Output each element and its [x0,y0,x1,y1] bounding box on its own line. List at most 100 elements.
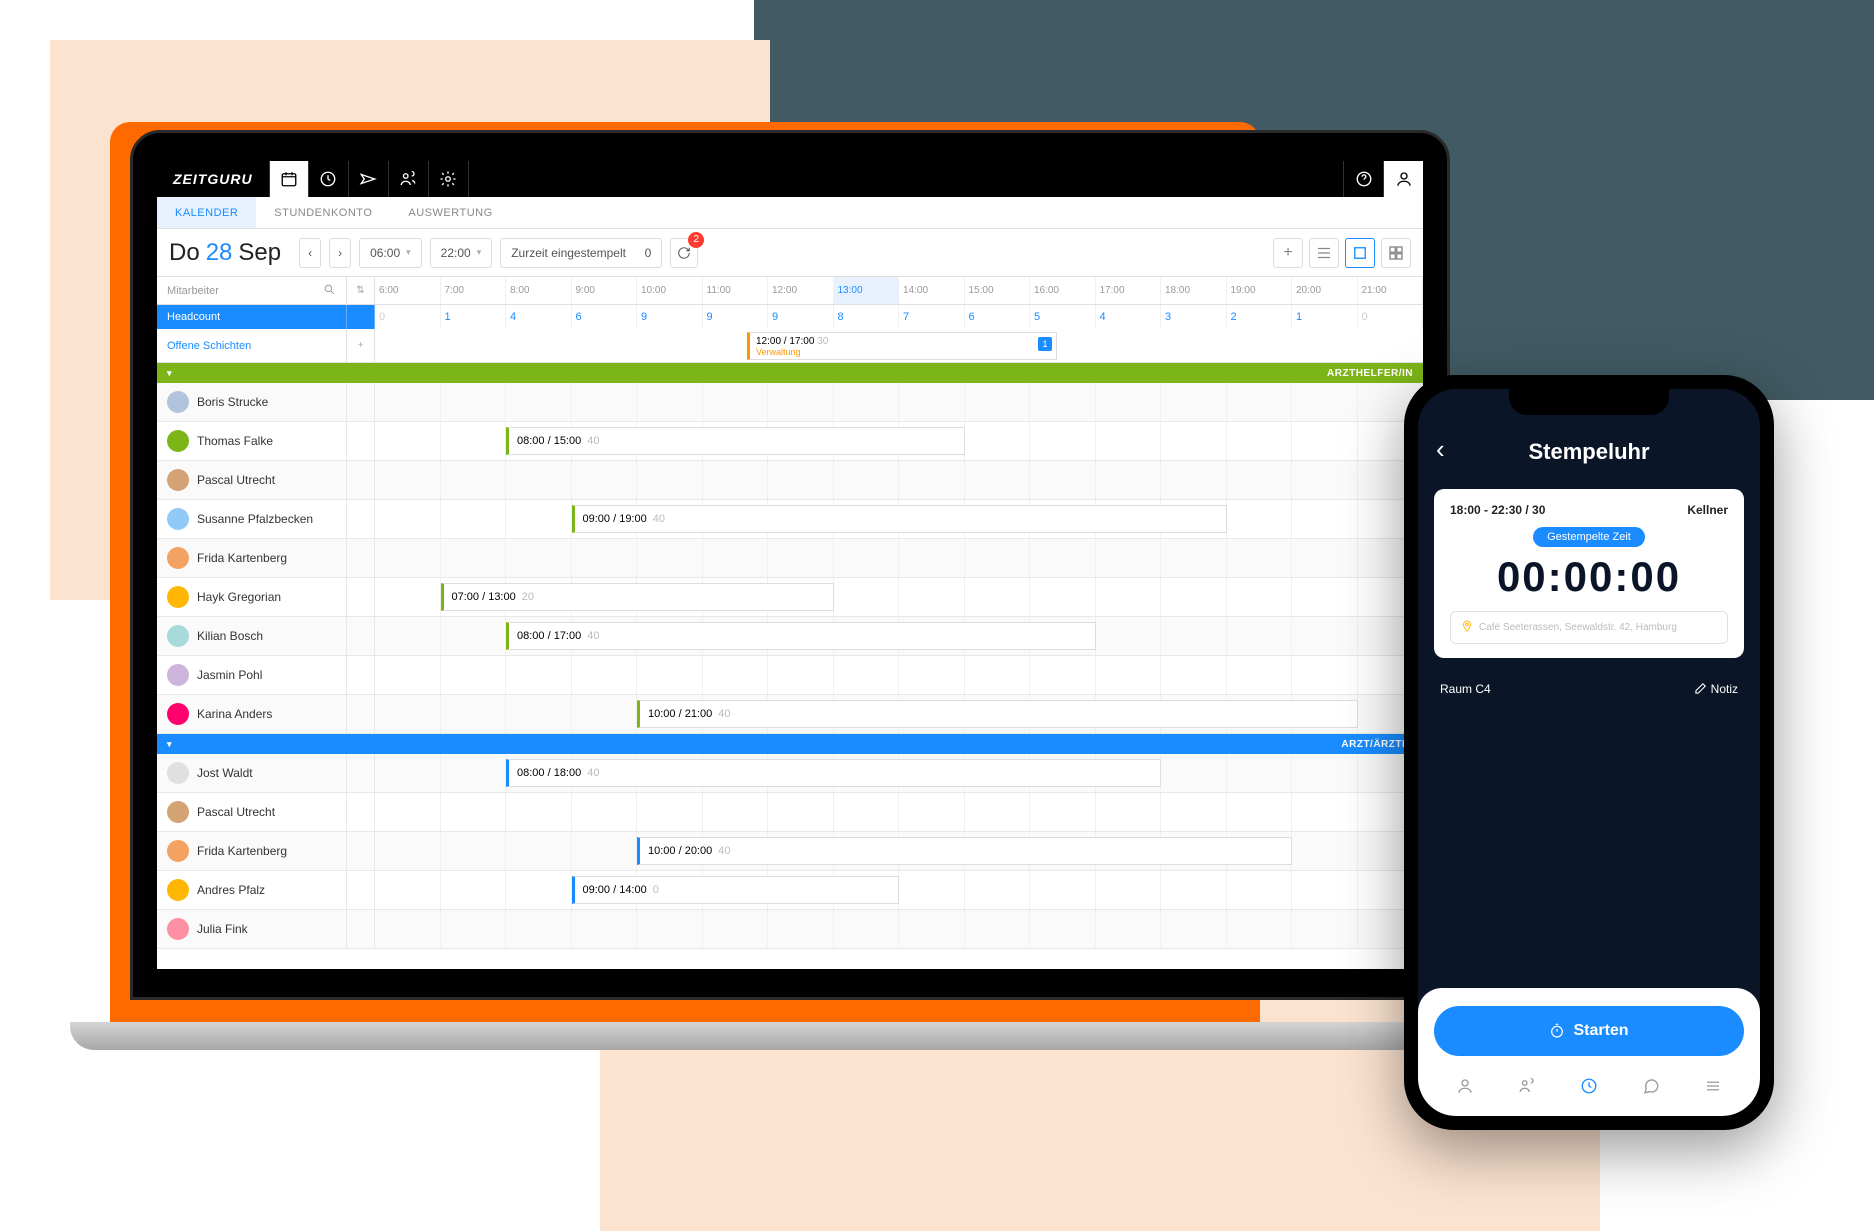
employee-name[interactable]: Jost Waldt [157,754,347,792]
hour-header-cell: 7:00 [441,277,507,304]
refresh-button[interactable]: 2 [670,238,698,268]
hour-header-cell: 15:00 [965,277,1031,304]
nav-clock-icon[interactable] [309,161,349,197]
employee-name[interactable]: Frida Kartenberg [157,539,347,577]
avatar [167,762,189,784]
toolbar: Do 28 Sep ‹ › 06:00▾ 22:00▾ Zurzeit eing… [157,229,1423,277]
nav-users-icon[interactable] [389,161,429,197]
employee-row: Frida Kartenberg 10:00 / 20:0040 [157,832,1423,871]
group-header[interactable]: ▾ARZTHELFER/IN [157,363,1423,383]
nav-help-icon[interactable] [1343,161,1383,197]
hour-header-cell: 13:00 [834,277,900,304]
headcount-label: Headcount [157,305,347,329]
nav-settings-icon[interactable] [429,161,469,197]
time-from-select[interactable]: 06:00▾ [359,238,422,268]
employee-timeline: 08:00 / 15:0040 [375,422,1423,460]
employee-row: Pascal Utrecht [157,461,1423,500]
shift-block[interactable]: 10:00 / 20:0040 [637,837,1292,865]
next-day-button[interactable]: › [329,238,351,268]
employee-row: Susanne Pfalzbecken 09:00 / 19:0040 [157,500,1423,539]
employee-row: Jost Waldt 08:00 / 18:0040 [157,754,1423,793]
start-button[interactable]: Starten [1434,1006,1744,1056]
employee-row: Kilian Bosch 08:00 / 17:0040 [157,617,1423,656]
shift-block[interactable]: 07:00 / 13:0020 [441,583,834,611]
hour-header-cell: 10:00 [637,277,703,304]
time-to-select[interactable]: 22:00▾ [430,238,493,268]
app-logo: ZEITGURU [157,171,269,187]
nav-plane-icon[interactable] [349,161,389,197]
shift-block[interactable]: 09:00 / 19:0040 [572,505,1227,533]
headcount-cell: 0 [375,305,441,329]
employee-name[interactable]: Hayk Gregorian [157,578,347,616]
shift-block[interactable]: 10:00 / 21:0040 [637,700,1358,728]
tab-user-icon[interactable] [1449,1070,1481,1102]
search-icon[interactable] [323,283,336,299]
prev-day-button[interactable]: ‹ [299,238,321,268]
employee-name[interactable]: Boris Strucke [157,383,347,421]
open-shift-block[interactable]: 12:00 / 17:00 30 Verwaltung 1 [747,332,1057,360]
group-header[interactable]: ▾ARZT/ÄRZTIN [157,734,1423,754]
schedule-text: 18:00 - 22:30 / 30 [1450,503,1545,517]
note-button[interactable]: Notiz [1693,682,1738,696]
grid-view-button[interactable] [1381,238,1411,268]
avatar [167,547,189,569]
day-view-button[interactable] [1345,238,1375,268]
employee-timeline [375,656,1423,694]
laptop-base [70,1022,1510,1050]
employee-row: Thomas Falke 08:00 / 15:0040 [157,422,1423,461]
employee-row: Boris Strucke [157,383,1423,422]
avatar [167,879,189,901]
employee-timeline: 09:00 / 19:0040 [375,500,1423,538]
checked-in-display[interactable]: Zurzeit eingestempelt 0 [500,238,662,268]
back-button[interactable]: ‹ [1436,434,1445,465]
employee-name[interactable]: Pascal Utrecht [157,461,347,499]
avatar [167,918,189,940]
shift-block[interactable]: 08:00 / 15:0040 [506,427,965,455]
employee-timeline: 10:00 / 20:0040 [375,832,1423,870]
shift-block[interactable]: 08:00 / 18:0040 [506,759,1161,787]
subtab-auswertung[interactable]: AUSWERTUNG [390,197,510,228]
nav-profile-icon[interactable] [1383,161,1423,197]
employee-name[interactable]: Pascal Utrecht [157,793,347,831]
avatar [167,469,189,491]
employee-name[interactable]: Thomas Falke [157,422,347,460]
avatar [167,586,189,608]
avatar [167,703,189,725]
employee-name[interactable]: Julia Fink [157,910,347,948]
headcount-cell: 1 [441,305,507,329]
hour-header-cell: 12:00 [768,277,834,304]
tab-clock-icon[interactable] [1573,1070,1605,1102]
employee-row: Hayk Gregorian 07:00 / 13:0020 [157,578,1423,617]
shift-block[interactable]: 09:00 / 14:000 [572,876,900,904]
employee-name[interactable]: Karina Anders [157,695,347,733]
add-button[interactable]: + [1273,238,1303,268]
tab-chat-icon[interactable] [1635,1070,1667,1102]
avatar [167,508,189,530]
location-field[interactable]: Café Seeterassen, Seewaldstr. 42, Hambur… [1450,611,1728,644]
subtab-kalender[interactable]: KALENDER [157,197,256,228]
employee-row: Pascal Utrecht [157,793,1423,832]
employee-name[interactable]: Jasmin Pohl [157,656,347,694]
date-weekday: Do [169,239,200,267]
hour-header-cell: 21:00 [1358,277,1424,304]
hour-header-cell: 18:00 [1161,277,1227,304]
shift-block[interactable]: 08:00 / 17:0040 [506,622,1096,650]
nav-calendar-icon[interactable] [269,161,309,197]
employee-name[interactable]: Kilian Bosch [157,617,347,655]
headcount-cell: 9 [703,305,769,329]
tab-users-icon[interactable] [1511,1070,1543,1102]
employee-header: Mitarbeiter [157,277,347,304]
sort-button[interactable]: ⇅ [347,277,375,304]
headcount-cell: 6 [965,305,1031,329]
tab-menu-icon[interactable] [1697,1070,1729,1102]
subtab-stundenkonto[interactable]: STUNDENKONTO [256,197,390,228]
add-open-shift-button[interactable]: + [347,329,375,362]
list-view-button[interactable] [1309,238,1339,268]
employee-row: Karina Anders 10:00 / 21:0040 [157,695,1423,734]
phone-meta: Raum C4 Notiz [1418,668,1760,710]
employee-name[interactable]: Frida Kartenberg [157,832,347,870]
hour-header-cell: 14:00 [899,277,965,304]
employee-name[interactable]: Susanne Pfalzbecken [157,500,347,538]
employee-name[interactable]: Andres Pfalz [157,871,347,909]
notification-badge: 2 [688,232,704,248]
